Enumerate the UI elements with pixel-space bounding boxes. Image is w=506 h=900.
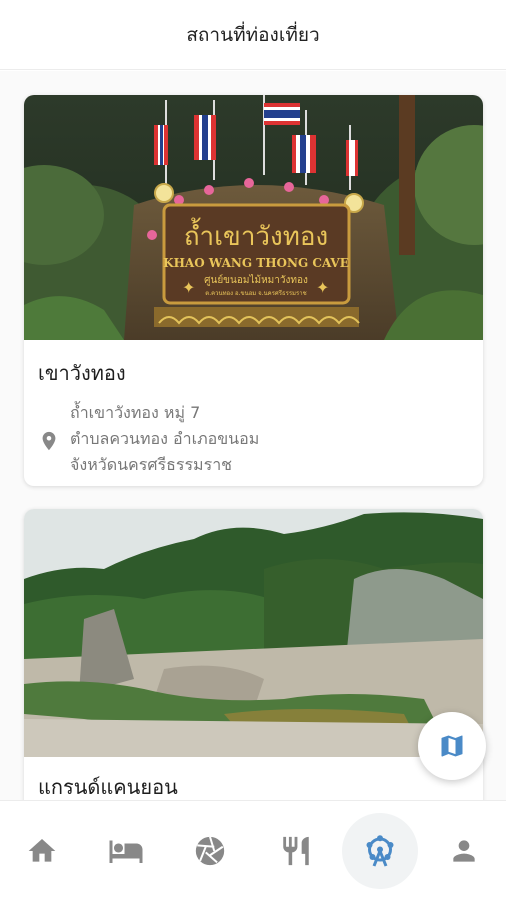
bed-icon: [109, 840, 143, 863]
map-icon: [441, 735, 463, 757]
camera-aperture-icon: [195, 836, 225, 866]
restaurant-icon: [283, 836, 309, 866]
map-fab-button[interactable]: [418, 712, 486, 780]
svg-text:✦: ✦: [182, 278, 195, 297]
cave-sign-thai: ถ้ำเขาวังทอง: [184, 217, 328, 252]
place-card-khao-wang-thong[interactable]: ถ้ำเขาวังทอง KHAO WANG THONG CAVE ศูนย์ข…: [24, 95, 483, 486]
bottom-navigation: [0, 800, 506, 900]
places-list[interactable]: ถ้ำเขาวังทอง KHAO WANG THONG CAVE ศูนย์ข…: [0, 71, 506, 800]
nav-food[interactable]: [268, 823, 324, 879]
nav-home[interactable]: [14, 823, 70, 879]
address-line-1: ถ้ำเขาวังทอง หมู่ 7: [70, 403, 201, 422]
app-header: สถานที่ท่องเที่ยว: [0, 0, 506, 70]
nav-attractions[interactable]: [342, 813, 418, 889]
person-icon: [453, 840, 475, 862]
place-title: เขาวังทอง: [38, 361, 126, 385]
place-card-grand-canyon[interactable]: แกรนด์แคนยอน: [24, 509, 483, 800]
cave-sign-sub: ศูนย์ขนอมไม้หมาวังทอง: [204, 274, 308, 286]
address-line-2: ตำบลควนทอง อำเภอขนอม: [70, 429, 260, 448]
location-pin-icon: [42, 431, 56, 451]
address-line-3: จังหวัดนครศรีธรรมราช: [70, 455, 233, 474]
nav-hotel[interactable]: [98, 823, 154, 879]
home-icon: [28, 839, 56, 862]
svg-text:✦: ✦: [316, 278, 329, 297]
cave-sign-small: ต.ควนทอง อ.ขนอม จ.นครศรีธรรมราช: [205, 289, 306, 297]
ferris-wheel-icon: [366, 835, 394, 867]
place-address: ถ้ำเขาวังทอง หมู่ 7 ตำบลควนทอง อำเภอขนอม…: [38, 400, 259, 478]
nav-photo[interactable]: [182, 823, 238, 879]
place-photo: [24, 509, 483, 757]
place-photo: ถ้ำเขาวังทอง KHAO WANG THONG CAVE ศูนย์ข…: [24, 95, 483, 340]
page-title: สถานที่ท่องเที่ยว: [186, 23, 320, 46]
cave-sign-english: KHAO WANG THONG CAVE: [163, 256, 349, 270]
nav-profile[interactable]: [436, 823, 492, 879]
place-title: แกรนด์แคนยอน: [38, 775, 178, 799]
